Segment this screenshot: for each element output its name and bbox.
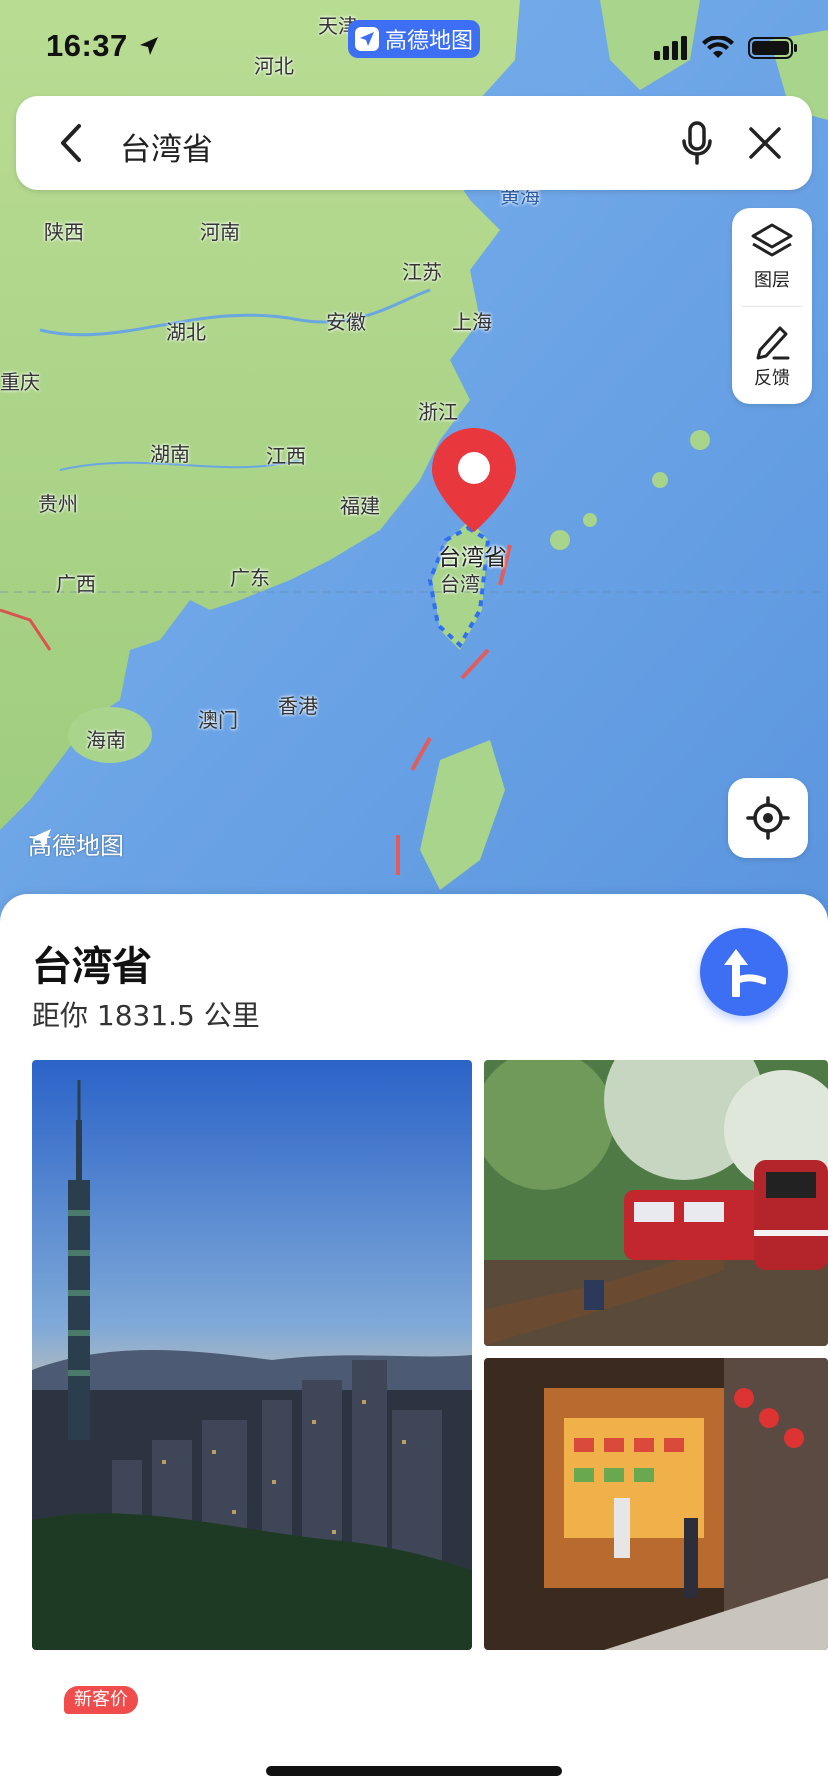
map-label-hunan: 湖南 [150, 442, 190, 466]
photo-old-street-market[interactable] [484, 1358, 828, 1650]
map-label-anhui: 安徽 [326, 310, 366, 334]
map-label-hainan: 海南 [86, 728, 126, 752]
search-bar: 台湾省 [16, 96, 812, 190]
pin-label-taiwan-province: 台湾省 [438, 545, 507, 571]
place-distance: 距你 1831.5 公里 [32, 999, 260, 1032]
voice-search-button[interactable] [670, 116, 724, 170]
map-watermark: 高德地图 [28, 826, 124, 861]
map-label-jiangsu: 江苏 [402, 260, 442, 284]
location-arrow-icon [140, 37, 158, 55]
clear-search-button[interactable] [738, 116, 792, 170]
photo-image [32, 1060, 472, 1650]
place-detail-sheet[interactable]: 台湾省 距你 1831.5 公里 [0, 894, 828, 1792]
layers-button[interactable]: 图层 [732, 208, 812, 306]
map-label-hubei: 湖北 [166, 320, 206, 344]
map-label-guizhou: 贵州 [38, 492, 78, 516]
status-bar: 16:37 高德地图 [0, 0, 828, 96]
chevron-left-icon [61, 124, 81, 162]
location-pin-icon[interactable] [428, 424, 520, 536]
map-label-jiangxi: 江西 [266, 444, 306, 468]
map-tools-panel: 图层 反馈 [732, 208, 812, 404]
wifi-icon [702, 36, 734, 58]
map-label-chongqing: 重庆 [0, 370, 40, 394]
close-icon [749, 127, 781, 159]
status-icons [654, 36, 798, 60]
amap-logo-icon [354, 27, 379, 51]
photo-forest-train[interactable] [484, 1060, 828, 1346]
signal-icon [654, 36, 687, 60]
feedback-button[interactable]: 反馈 [732, 306, 812, 404]
back-button[interactable] [46, 118, 96, 168]
map-label-shaanxi: 陕西 [44, 220, 84, 244]
brand-badge[interactable]: 高德地图 [348, 20, 480, 58]
amap-logo-icon [31, 829, 51, 849]
new-customer-badge: 新客价 [64, 1686, 138, 1714]
route-button[interactable] [700, 928, 788, 1016]
edit-feedback-icon [756, 326, 790, 360]
map-label-taiwan: 台湾 [440, 572, 480, 596]
microphone-icon [682, 121, 712, 165]
map-label-fujian: 福建 [340, 494, 380, 518]
layers-label: 图层 [754, 270, 790, 291]
home-indicator[interactable] [266, 1766, 562, 1776]
photo-image [484, 1060, 828, 1346]
locate-me-button[interactable] [728, 778, 808, 858]
brand-badge-text: 高德地图 [384, 29, 473, 54]
map-label-zhejiang: 浙江 [418, 400, 458, 424]
battery-icon [748, 37, 797, 59]
photo-taipei-skyline[interactable] [32, 1060, 472, 1650]
status-time: 16:37 [46, 28, 128, 63]
photo-image [484, 1358, 828, 1650]
place-title: 台湾省 [32, 944, 152, 990]
search-input[interactable]: 台湾省 [120, 124, 213, 169]
map-label-hongkong: 香港 [278, 694, 318, 718]
map-label-henan: 河南 [200, 220, 240, 244]
route-turn-icon [724, 949, 766, 997]
layers-icon [751, 223, 793, 257]
feedback-label: 反馈 [754, 368, 790, 389]
map-label-guangdong: 广东 [230, 566, 270, 590]
map-label-guangxi: 广西 [56, 572, 96, 596]
crosshair-icon [746, 796, 790, 840]
map-label-macau: 澳门 [198, 708, 238, 732]
map-label-shanghai: 上海 [452, 310, 492, 334]
